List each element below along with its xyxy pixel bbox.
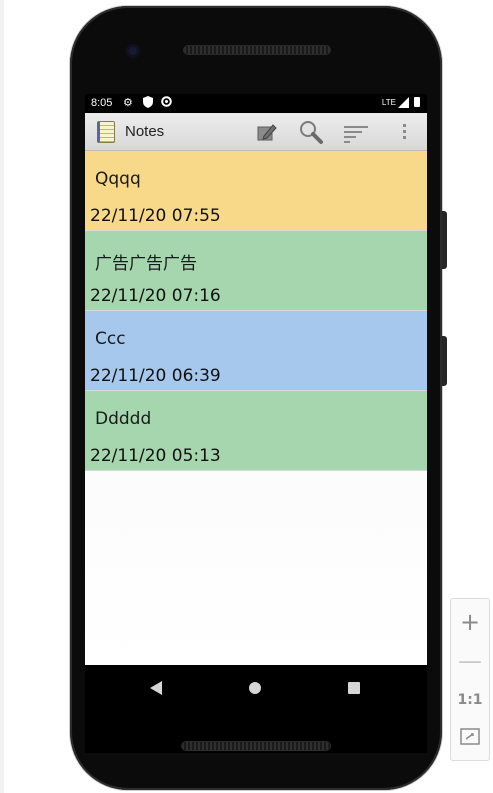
zoom-out-button[interactable]: — (451, 642, 489, 680)
note-date: 22/11/20 06:39 (90, 366, 221, 386)
zoom-in-button[interactable]: + (451, 603, 489, 641)
note-title: 广告广告广告 (95, 254, 197, 274)
data-saver-icon (161, 96, 172, 111)
note-date: 22/11/20 07:16 (90, 286, 221, 306)
front-camera (126, 44, 140, 58)
status-bar: 8:05 ⚙ LTE (85, 94, 427, 113)
earpiece-speaker (184, 46, 330, 54)
emulator-zoom-panel: + — 1:1 (450, 598, 490, 761)
note-item[interactable]: Ddddd 22/11/20 05:13 (85, 391, 427, 471)
note-item[interactable]: Qqqq 22/11/20 07:55 (85, 151, 427, 231)
window-edge (0, 0, 4, 793)
network-type: LTE (381, 98, 396, 107)
phone-screen: 8:05 ⚙ LTE Notes Qqqq 22/11/20 07:55 广告广… (85, 94, 427, 753)
note-item[interactable]: 广告广告广告 22/11/20 07:16 (85, 231, 427, 311)
home-icon[interactable] (249, 682, 261, 694)
search-icon (300, 121, 323, 144)
signal-icon (398, 97, 409, 108)
power-button[interactable] (442, 211, 447, 269)
fit-screen-icon (460, 728, 480, 745)
shield-icon (143, 96, 153, 112)
overflow-menu-button[interactable] (391, 117, 421, 147)
bottom-speaker (182, 742, 330, 750)
volume-button[interactable] (442, 336, 447, 386)
status-time: 8:05 (91, 97, 113, 109)
new-note-button[interactable] (251, 117, 281, 147)
note-item[interactable]: Ccc 22/11/20 06:39 (85, 311, 427, 391)
more-vertical-icon (403, 124, 406, 139)
action-bar: Notes (85, 113, 427, 151)
fit-screen-button[interactable] (451, 718, 489, 756)
sort-button[interactable] (341, 117, 371, 147)
recents-icon[interactable] (348, 682, 360, 694)
settings-status-icon: ⚙ (123, 96, 133, 109)
note-title: Ddddd (95, 409, 152, 429)
emulator-window: 8:05 ⚙ LTE Notes Qqqq 22/11/20 07:55 广告广… (0, 0, 493, 793)
note-title: Ccc (95, 329, 126, 349)
search-button[interactable] (296, 117, 326, 147)
note-title: Qqqq (95, 169, 141, 189)
actual-size-button[interactable]: 1:1 (451, 681, 489, 719)
edit-icon (257, 124, 277, 141)
phone-frame: 8:05 ⚙ LTE Notes Qqqq 22/11/20 07:55 广告广… (70, 6, 447, 790)
notes-list: Qqqq 22/11/20 07:55 广告广告广告 22/11/20 07:1… (85, 151, 427, 665)
app-title: Notes (125, 123, 165, 140)
notepad-app-icon (97, 121, 115, 143)
battery-icon (414, 97, 420, 107)
sort-icon (344, 126, 368, 143)
back-icon[interactable] (150, 681, 162, 695)
note-date: 22/11/20 07:55 (90, 206, 221, 226)
navigation-bar (85, 665, 427, 711)
note-date: 22/11/20 05:13 (90, 446, 221, 466)
